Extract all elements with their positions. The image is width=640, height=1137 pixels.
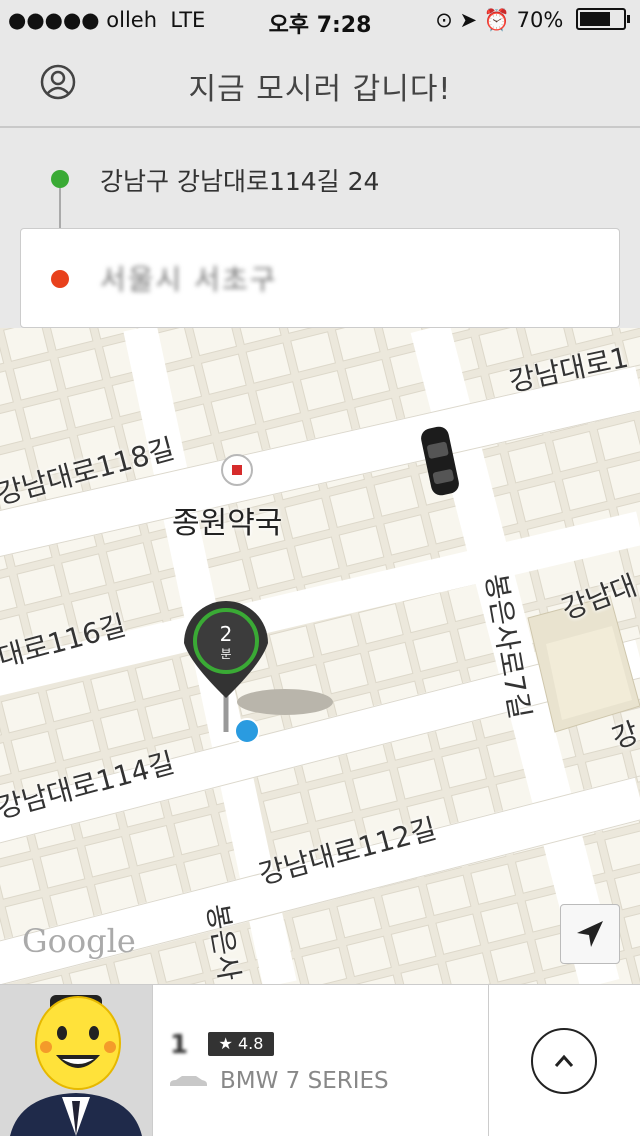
expand-button[interactable] bbox=[531, 1028, 597, 1094]
navigation-arrow-icon bbox=[577, 921, 603, 947]
pickup-address[interactable]: 강남구 강남대로114길 24 bbox=[100, 162, 379, 198]
car-model: BMW 7 SERIES bbox=[220, 1068, 389, 1094]
driver-avatar[interactable] bbox=[0, 985, 153, 1136]
eta-badge: 2 분 bbox=[204, 624, 248, 664]
alarm-icon: ⏰ bbox=[483, 8, 510, 32]
destination-marker-icon bbox=[51, 270, 69, 288]
status-bar: ●●●●● olleh LTE 오후 7:28 ⊙ ➤ ⏰ 70% bbox=[0, 0, 640, 40]
map-view[interactable]: 강남대로1 강남대로118길 대로116길 강남대로114길 강남대로112길 … bbox=[0, 328, 640, 984]
pickup-marker-icon bbox=[51, 170, 69, 188]
rating-badge: ★ 4.8 bbox=[208, 1032, 274, 1056]
battery-icon bbox=[576, 8, 630, 30]
current-location-dot-icon bbox=[234, 718, 260, 744]
battery-percent: 70% bbox=[516, 8, 564, 32]
destination-address[interactable]: 서울시 서초구 bbox=[100, 258, 277, 298]
eta-unit: 분 bbox=[220, 647, 232, 661]
license-plate: 1 bbox=[170, 1030, 189, 1060]
car-icon bbox=[170, 1076, 207, 1086]
google-logo: Google bbox=[22, 922, 136, 960]
chevron-up-icon bbox=[554, 1054, 574, 1067]
eta-value: 2 bbox=[219, 622, 233, 646]
status-right: ⊙ ➤ ⏰ 70% bbox=[435, 8, 630, 33]
location-arrow-icon: ➤ bbox=[459, 8, 478, 32]
map-canvas bbox=[0, 328, 640, 984]
locate-me-button[interactable] bbox=[560, 904, 620, 964]
rating-value: 4.8 bbox=[237, 1034, 264, 1053]
page-title: 지금 모시러 갑니다! bbox=[188, 72, 452, 107]
poi-label: 종원약국 bbox=[172, 506, 283, 541]
nav-bar: 지금 모시러 갑니다! bbox=[0, 40, 640, 128]
star-icon: ★ bbox=[218, 1034, 233, 1053]
rotation-lock-icon: ⊙ bbox=[435, 8, 453, 32]
pharmacy-poi-icon[interactable] bbox=[221, 454, 253, 486]
